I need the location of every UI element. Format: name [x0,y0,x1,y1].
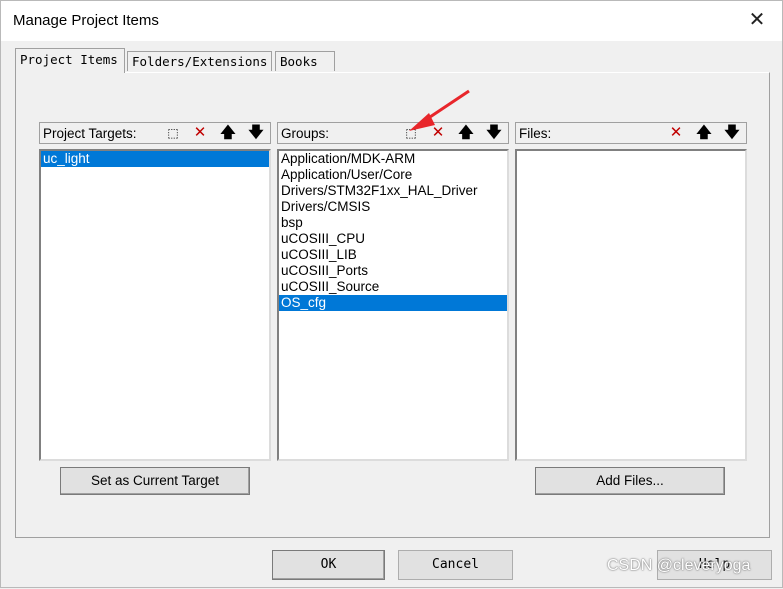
move-up-target-icon[interactable]: 🡅 [217,123,239,143]
title-bar: Manage Project Items ✕ [1,1,782,41]
targets-label: Project Targets: [43,126,137,141]
delete-group-icon[interactable]: ✕ [427,123,449,143]
groups-header: Groups: ⬚ ✕ 🡅 🡇 [277,122,509,144]
window-title: Manage Project Items [13,12,159,29]
cancel-button[interactable]: Cancel [398,550,513,580]
targets-header: Project Targets: ⬚ ✕ 🡅 🡇 [39,122,271,144]
list-item[interactable]: Drivers/STM32F1xx_HAL_Driver [279,183,507,199]
list-item[interactable]: uCOSIII_CPU [279,231,507,247]
groups-list[interactable]: Application/MDK-ARM Application/User/Cor… [277,149,509,461]
set-current-target-button[interactable]: Set as Current Target [60,467,250,495]
delete-target-icon[interactable]: ✕ [189,123,211,143]
files-label: Files: [519,126,552,141]
groups-label: Groups: [281,126,330,141]
list-item[interactable]: uc_light [41,151,269,167]
list-item[interactable]: Drivers/CMSIS [279,199,507,215]
add-files-button[interactable]: Add Files... [535,467,725,495]
delete-file-icon[interactable]: ✕ [665,123,687,143]
files-header: Files: ✕ 🡅 🡇 [515,122,747,144]
new-target-icon[interactable]: ⬚ [162,123,184,143]
tab-folders-extensions[interactable]: Folders/Extensions [127,51,272,71]
move-down-file-icon[interactable]: 🡇 [721,123,743,143]
list-item[interactable]: uCOSIII_LIB [279,247,507,263]
targets-list[interactable]: uc_light [39,149,271,461]
ok-button[interactable]: OK [272,550,385,580]
move-down-group-icon[interactable]: 🡇 [483,123,505,143]
move-up-group-icon[interactable]: 🡅 [455,123,477,143]
move-down-target-icon[interactable]: 🡇 [245,123,267,143]
list-item[interactable]: Application/MDK-ARM [279,151,507,167]
list-item[interactable]: bsp [279,215,507,231]
move-up-file-icon[interactable]: 🡅 [693,123,715,143]
list-item[interactable]: Application/User/Core [279,167,507,183]
tab-project-items[interactable]: Project Items [15,48,125,73]
files-list[interactable] [515,149,747,461]
tab-books[interactable]: Books [275,51,335,71]
new-group-icon[interactable]: ⬚ [400,123,422,143]
manage-project-items-dialog: Manage Project Items ✕ Project Items Fol… [0,0,783,588]
list-item[interactable]: OS_cfg [279,295,507,311]
list-item[interactable]: uCOSIII_Source [279,279,507,295]
list-item[interactable]: uCOSIII_Ports [279,263,507,279]
watermark: CSDN @cleveryoga [607,557,751,574]
close-icon[interactable]: ✕ [746,9,768,31]
